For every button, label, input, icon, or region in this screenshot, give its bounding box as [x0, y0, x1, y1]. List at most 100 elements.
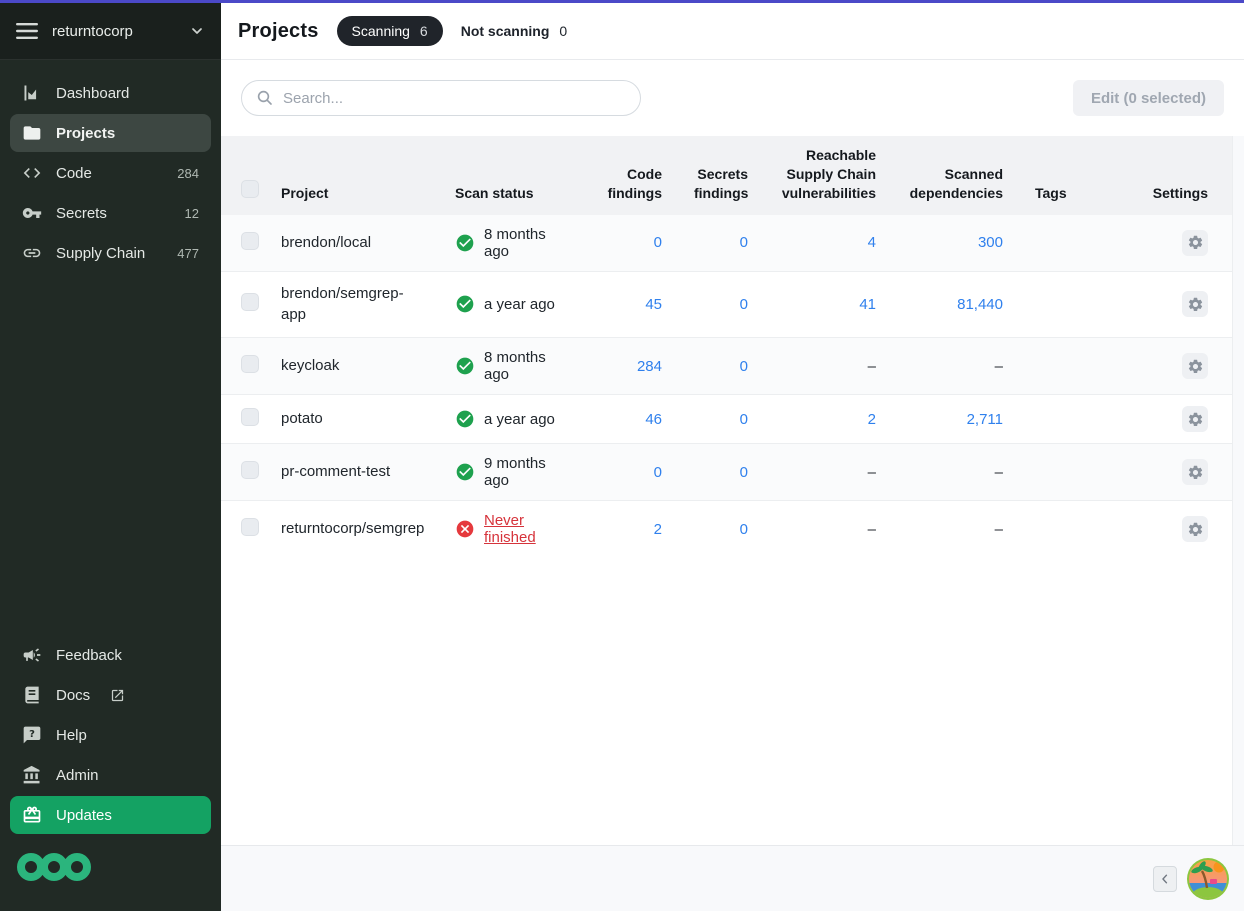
scan-status-text: 9 months ago	[484, 455, 573, 489]
sidebar-item-label: Updates	[56, 807, 112, 824]
chevron-down-icon[interactable]	[189, 23, 205, 39]
scan-status-text: 8 months ago	[484, 349, 573, 383]
select-all-checkbox[interactable]	[241, 180, 259, 198]
sidebar-header: returntocorp	[0, 3, 221, 60]
sidebar-item-updates[interactable]: Updates	[10, 796, 211, 834]
secrets-findings-link[interactable]: 0	[740, 411, 748, 428]
scanning-label: Scanning	[352, 23, 410, 39]
reachable-vulns-link[interactable]: 2	[868, 411, 876, 428]
code-findings-link[interactable]: 0	[654, 464, 662, 481]
supply-chain-icon	[22, 243, 42, 263]
secrets-findings-link[interactable]: 0	[740, 296, 748, 313]
search-input[interactable]	[283, 90, 626, 107]
search-box[interactable]	[241, 80, 641, 116]
sidebar-item-label: Feedback	[56, 647, 122, 664]
secrets-findings-link[interactable]: 0	[740, 464, 748, 481]
code-findings-link[interactable]: 0	[654, 234, 662, 251]
column-header-scanned-deps: Scanned dependencies	[892, 136, 1019, 215]
never-finished-link[interactable]: Never finished	[484, 512, 573, 546]
code-findings-link[interactable]: 284	[637, 358, 662, 375]
sidebar-item-help[interactable]: ? Help	[10, 716, 211, 754]
tags-cell	[1019, 444, 1124, 501]
sidebar-item-feedback[interactable]: Feedback	[10, 636, 211, 674]
sidebar-item-label: Dashboard	[56, 85, 129, 102]
sidebar-nav: Dashboard Projects Code 284 Secrets 12 S…	[0, 60, 221, 272]
org-name[interactable]: returntocorp	[52, 23, 175, 40]
sidebar-item-label: Help	[56, 727, 87, 744]
settings-gear-button[interactable]	[1182, 230, 1208, 256]
reachable-vulns-empty: –	[868, 521, 876, 538]
secrets-findings-count: 12	[185, 206, 199, 221]
page-title: Projects	[238, 20, 319, 43]
external-link-icon	[110, 688, 125, 703]
project-name[interactable]: returntocorp/semgrep	[281, 520, 424, 537]
project-name[interactable]: pr-comment-test	[281, 463, 390, 480]
sidebar-item-label: Docs	[56, 687, 90, 704]
code-findings-link[interactable]: 46	[645, 411, 662, 428]
updates-icon	[22, 805, 42, 825]
pagination-prev-button[interactable]	[1153, 866, 1177, 892]
table-row: brendon/semgrep-app a year ago 45 0 41 8…	[221, 271, 1232, 338]
settings-gear-icon	[1187, 464, 1204, 481]
scanning-filter-pill[interactable]: Scanning 6	[337, 16, 443, 46]
projects-icon	[22, 123, 42, 143]
secrets-findings-link[interactable]: 0	[740, 521, 748, 538]
table-row: potato a year ago 46 0 2 2,711	[221, 395, 1232, 444]
sidebar-item-supply-chain[interactable]: Supply Chain 477	[10, 234, 211, 272]
row-checkbox[interactable]	[241, 461, 259, 479]
scanning-count: 6	[420, 23, 428, 39]
not-scanning-filter[interactable]: Not scanning 0	[461, 23, 567, 39]
sidebar-item-label: Projects	[56, 125, 115, 142]
chevron-left-icon	[1158, 872, 1172, 886]
code-findings-link[interactable]: 2	[654, 521, 662, 538]
check-circle-icon	[455, 462, 475, 482]
table-row: pr-comment-test 9 months ago 0 0 – –	[221, 444, 1232, 501]
settings-gear-button[interactable]	[1182, 516, 1208, 542]
not-scanning-label: Not scanning	[461, 23, 550, 39]
top-accent-strip	[0, 0, 1244, 3]
sidebar-item-dashboard[interactable]: Dashboard	[10, 74, 211, 112]
right-gutter	[1232, 136, 1244, 845]
row-checkbox[interactable]	[241, 518, 259, 536]
project-name[interactable]: keycloak	[281, 357, 339, 374]
scanned-deps-link[interactable]: 2,711	[967, 411, 1003, 428]
secrets-findings-link[interactable]: 0	[740, 358, 748, 375]
settings-gear-button[interactable]	[1182, 406, 1208, 432]
reachable-vulns-link[interactable]: 41	[859, 296, 876, 313]
sidebar-item-secrets[interactable]: Secrets 12	[10, 194, 211, 232]
sidebar-item-label: Code	[56, 165, 92, 182]
code-findings-count: 284	[177, 166, 199, 181]
docs-icon	[22, 685, 42, 705]
sidebar-item-docs[interactable]: Docs	[10, 676, 211, 714]
settings-gear-icon	[1187, 234, 1204, 251]
palm-island-icon[interactable]	[1186, 857, 1230, 901]
project-name[interactable]: brendon/local	[281, 234, 371, 251]
project-name[interactable]: brendon/semgrep-app	[281, 285, 404, 324]
settings-gear-button[interactable]	[1182, 459, 1208, 485]
secrets-findings-link[interactable]: 0	[740, 234, 748, 251]
edit-selected-button[interactable]: Edit (0 selected)	[1073, 80, 1224, 116]
semgrep-logo	[0, 834, 221, 911]
project-name[interactable]: potato	[281, 410, 323, 427]
row-checkbox[interactable]	[241, 232, 259, 250]
code-findings-link[interactable]: 45	[645, 296, 662, 313]
scanned-deps-link[interactable]: 81,440	[957, 296, 1003, 313]
sidebar: returntocorp Dashboard Projects Code 284…	[0, 0, 221, 911]
menu-icon[interactable]	[16, 22, 38, 40]
sidebar-item-code[interactable]: Code 284	[10, 154, 211, 192]
table-row: keycloak 8 months ago 284 0 – –	[221, 338, 1232, 395]
settings-gear-icon	[1187, 521, 1204, 538]
row-checkbox[interactable]	[241, 293, 259, 311]
dashboard-icon	[22, 83, 42, 103]
sidebar-item-projects[interactable]: Projects	[10, 114, 211, 152]
admin-icon	[22, 765, 42, 785]
settings-gear-button[interactable]	[1182, 291, 1208, 317]
tags-cell	[1019, 395, 1124, 444]
page-header: Projects Scanning 6 Not scanning 0	[221, 3, 1244, 60]
row-checkbox[interactable]	[241, 408, 259, 426]
row-checkbox[interactable]	[241, 355, 259, 373]
scanned-deps-link[interactable]: 300	[978, 234, 1003, 251]
reachable-vulns-link[interactable]: 4	[868, 234, 876, 251]
settings-gear-button[interactable]	[1182, 353, 1208, 379]
sidebar-item-admin[interactable]: Admin	[10, 756, 211, 794]
